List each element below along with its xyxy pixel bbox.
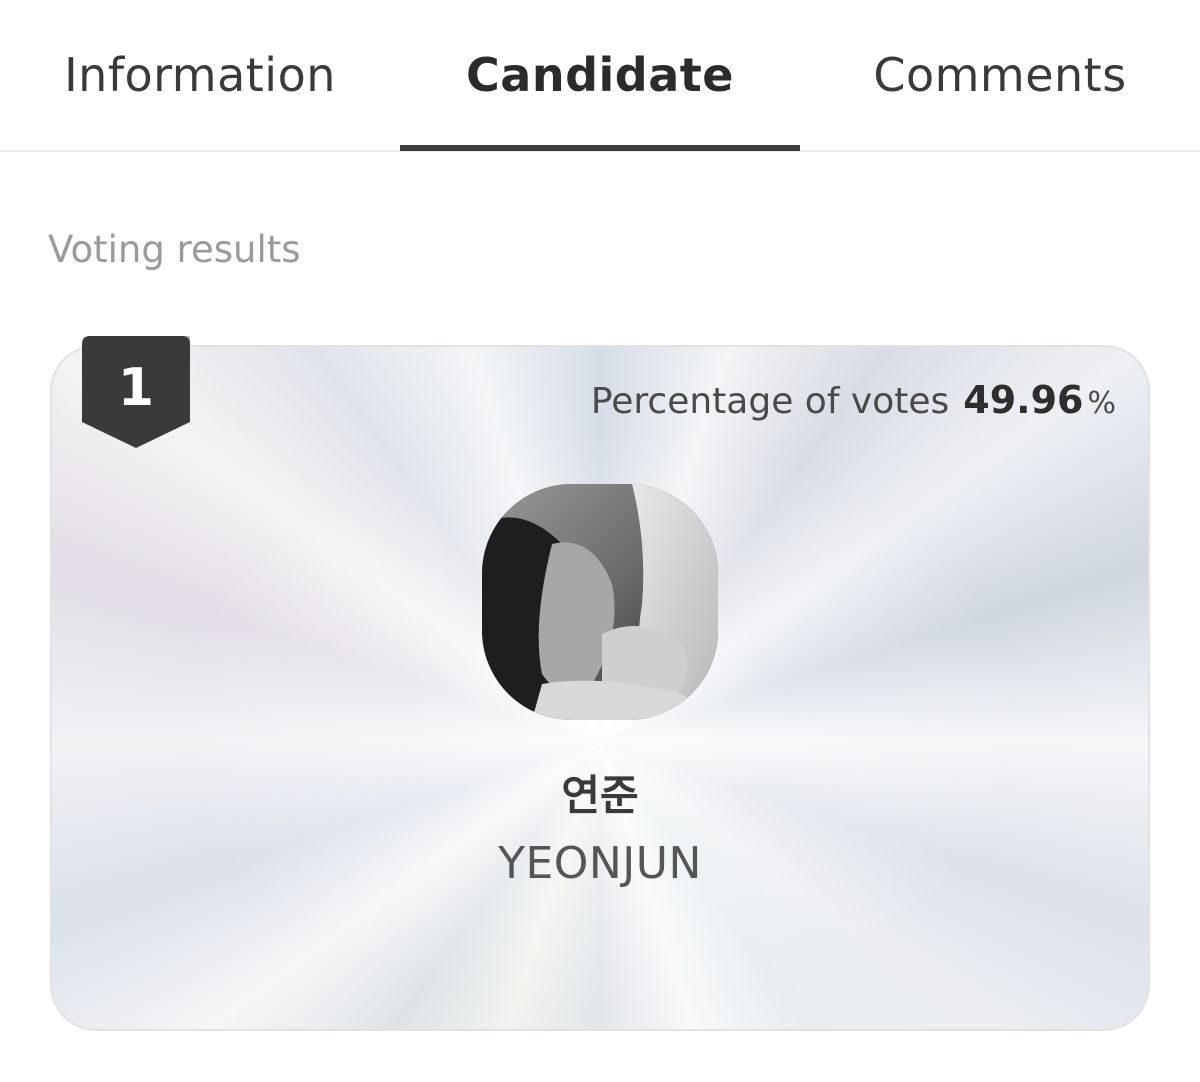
candidate-name-english: YEONJUN bbox=[498, 838, 702, 889]
active-tab-indicator bbox=[400, 145, 800, 151]
percentage-label: Percentage of votes bbox=[590, 381, 950, 422]
tab-comments[interactable]: Comments bbox=[800, 0, 1200, 150]
percentage-value: 49.96 bbox=[963, 378, 1084, 422]
candidate-name-korean: 연준 bbox=[561, 771, 639, 820]
tab-bar: Information Candidate Comments bbox=[0, 0, 1200, 152]
section-title: Voting results bbox=[48, 228, 301, 271]
candidate-avatar[interactable] bbox=[482, 484, 718, 720]
rank-number: 1 bbox=[117, 358, 155, 418]
tab-candidate[interactable]: Candidate bbox=[400, 0, 800, 150]
vote-percentage: Percentage of votes 49.96 % bbox=[591, 378, 1116, 422]
percentage-unit: % bbox=[1087, 386, 1116, 421]
tab-information[interactable]: Information bbox=[0, 0, 400, 150]
